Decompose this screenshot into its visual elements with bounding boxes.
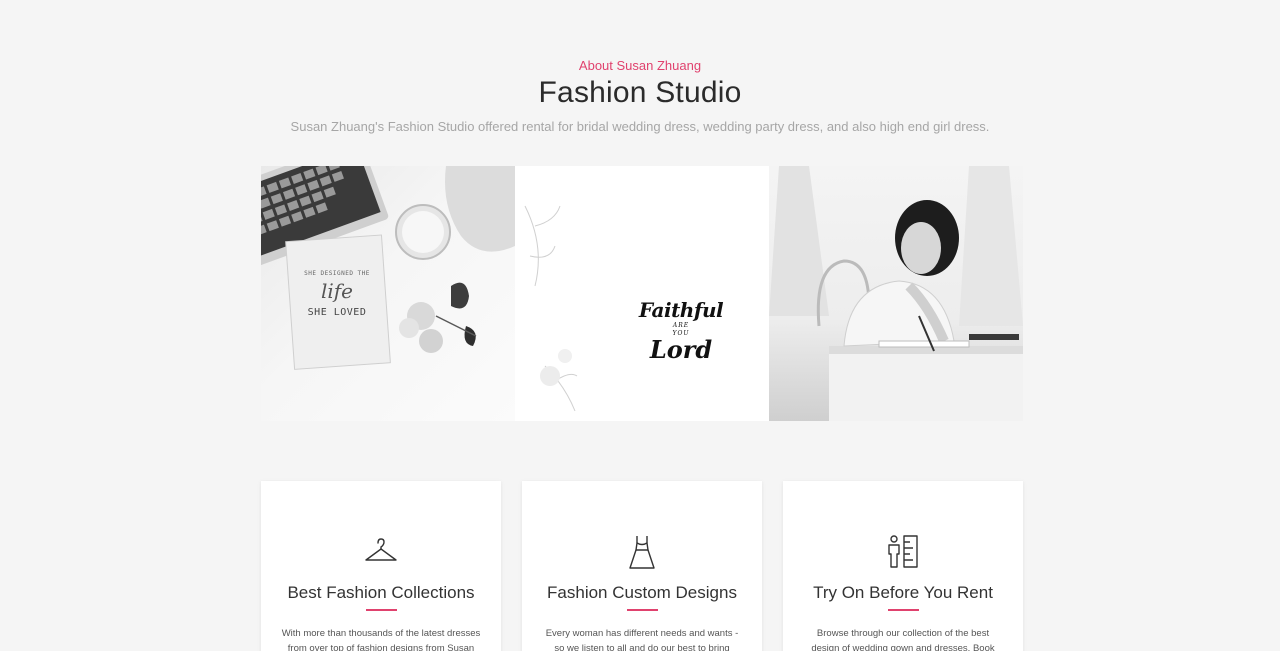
fitting-measure-icon [888,535,918,568]
feature-title: Fashion Custom Designs [547,583,737,602]
hero-banner: SHE DESIGNED THE life SHE LOVED Faithful… [261,166,1023,421]
feature-card: Best Fashion Collections With more than … [261,481,501,651]
section-subtitle: Susan Zhuang's Fashion Studio offered re… [290,119,990,134]
script-line-1: Faithful [638,298,724,322]
feature-card: Try On Before You Rent Browse through ou… [783,481,1023,651]
feature-description: Every woman has different needs and want… [545,628,739,651]
feature-card: Fashion Custom Designs Every woman has d… [522,481,762,651]
notebook-line-3: SHE LOVED [307,307,367,318]
floral-sketch [524,205,578,412]
banner-panel-desk: SHE DESIGNED THE life SHE LOVED [261,166,515,421]
notebook-line-2: life [320,279,354,303]
features-row: Best Fashion Collections With more than … [261,481,1023,651]
section-eyebrow: About Susan Zhuang [578,58,702,73]
banner-panel-designer [769,166,1023,421]
feature-title: Best Fashion Collections [287,583,475,602]
feature-title: Try On Before You Rent [813,583,993,602]
hanger-icon [365,538,397,561]
dress-icon [629,536,655,569]
script-lettering: Faithful ARE YOU Lord [631,298,731,362]
feature-description: Browse through our collection of the bes… [811,628,995,651]
notebook-lettering: SHE DESIGNED THE life SHE LOVED [297,270,377,318]
page-title: Fashion Studio [538,76,742,109]
script-line-2: ARE [672,322,690,329]
feature-description: With more than thousands of the latest d… [281,628,481,651]
accent-divider [366,609,397,611]
notebook-line-1: SHE DESIGNED THE [304,270,370,277]
accent-divider [627,609,658,611]
script-line-4: Lord [649,335,713,364]
banner-panel-lettering: Faithful ARE YOU Lord [515,166,769,421]
designer-photo [769,166,1023,421]
accent-divider [888,609,919,611]
